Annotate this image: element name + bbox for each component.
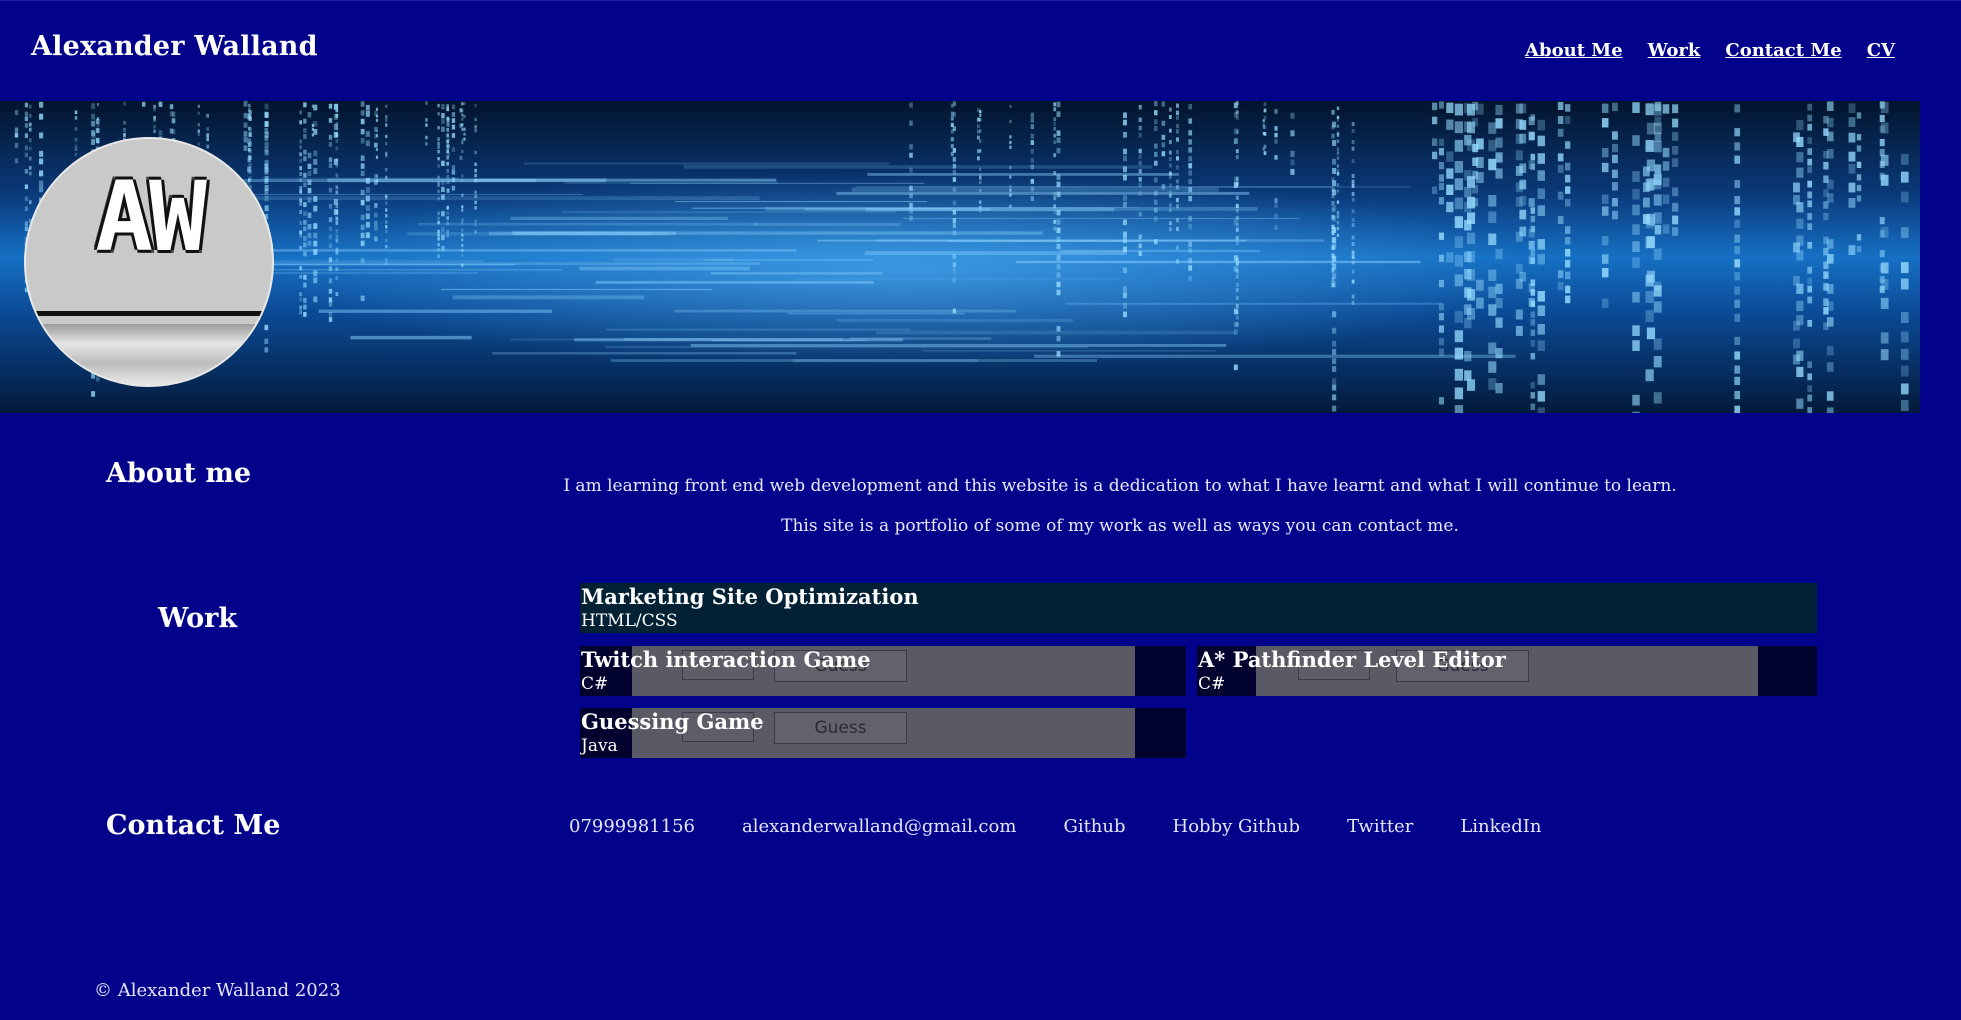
project-card-guessing-game[interactable]: Guess Guessing Game Java — [580, 708, 1186, 758]
hero-banner-image — [0, 101, 1920, 413]
about-text: I am learning front end web development … — [560, 466, 1680, 546]
project-language: C# — [1198, 674, 1226, 694]
avatar-base-stripe — [26, 324, 272, 385]
footer-copyright: © Alexander Walland 2023 — [94, 980, 341, 1001]
project-language: Java — [581, 736, 618, 756]
about-paragraph-2: This site is a portfolio of some of my w… — [781, 516, 1459, 536]
project-title: Twitch interaction Game — [581, 647, 871, 672]
project-card-twitch-game[interactable]: Guess Twitch interaction Game C# — [580, 646, 1186, 696]
nav-contact-me[interactable]: Contact Me — [1725, 40, 1841, 61]
site-title: Alexander Walland — [31, 31, 318, 62]
contact-heading: Contact Me — [106, 810, 281, 841]
profile-avatar: AW — [24, 137, 274, 387]
about-paragraph-1: I am learning front end web development … — [563, 476, 1677, 496]
preview-guess-button: Guess — [774, 712, 907, 744]
nav-cv[interactable]: CV — [1867, 40, 1895, 61]
project-card-pathfinder-editor[interactable]: Guess A* Pathfinder Level Editor C# — [1197, 646, 1817, 696]
nav-about-me[interactable]: About Me — [1525, 40, 1623, 61]
project-title: Marketing Site Optimization — [581, 584, 919, 609]
project-language: C# — [581, 674, 609, 694]
avatar-monogram: AW — [95, 161, 207, 273]
contact-github[interactable]: Github — [1063, 816, 1125, 837]
work-heading: Work — [158, 603, 238, 634]
contact-linkedin[interactable]: LinkedIn — [1460, 816, 1541, 837]
site-header: Alexander Walland About Me Work Contact … — [0, 0, 1961, 101]
project-title: A* Pathfinder Level Editor — [1198, 647, 1506, 672]
main-nav: About Me Work Contact Me CV — [1525, 40, 1895, 61]
project-language: HTML/CSS — [581, 611, 678, 631]
project-card-marketing-site[interactable]: Marketing Site Optimization HTML/CSS — [580, 583, 1817, 633]
contact-twitter[interactable]: Twitter — [1347, 816, 1413, 837]
nav-work[interactable]: Work — [1648, 40, 1701, 61]
digital-code-background — [14, 101, 1909, 413]
contact-links: 07999981156 alexanderwalland@gmail.com G… — [569, 816, 1541, 837]
about-heading: About me — [106, 458, 252, 489]
contact-email[interactable]: alexanderwalland@gmail.com — [742, 816, 1016, 837]
contact-hobby-github[interactable]: Hobby Github — [1173, 816, 1301, 837]
contact-phone[interactable]: 07999981156 — [569, 816, 695, 837]
avatar-underline — [36, 311, 266, 316]
project-title: Guessing Game — [581, 709, 764, 734]
